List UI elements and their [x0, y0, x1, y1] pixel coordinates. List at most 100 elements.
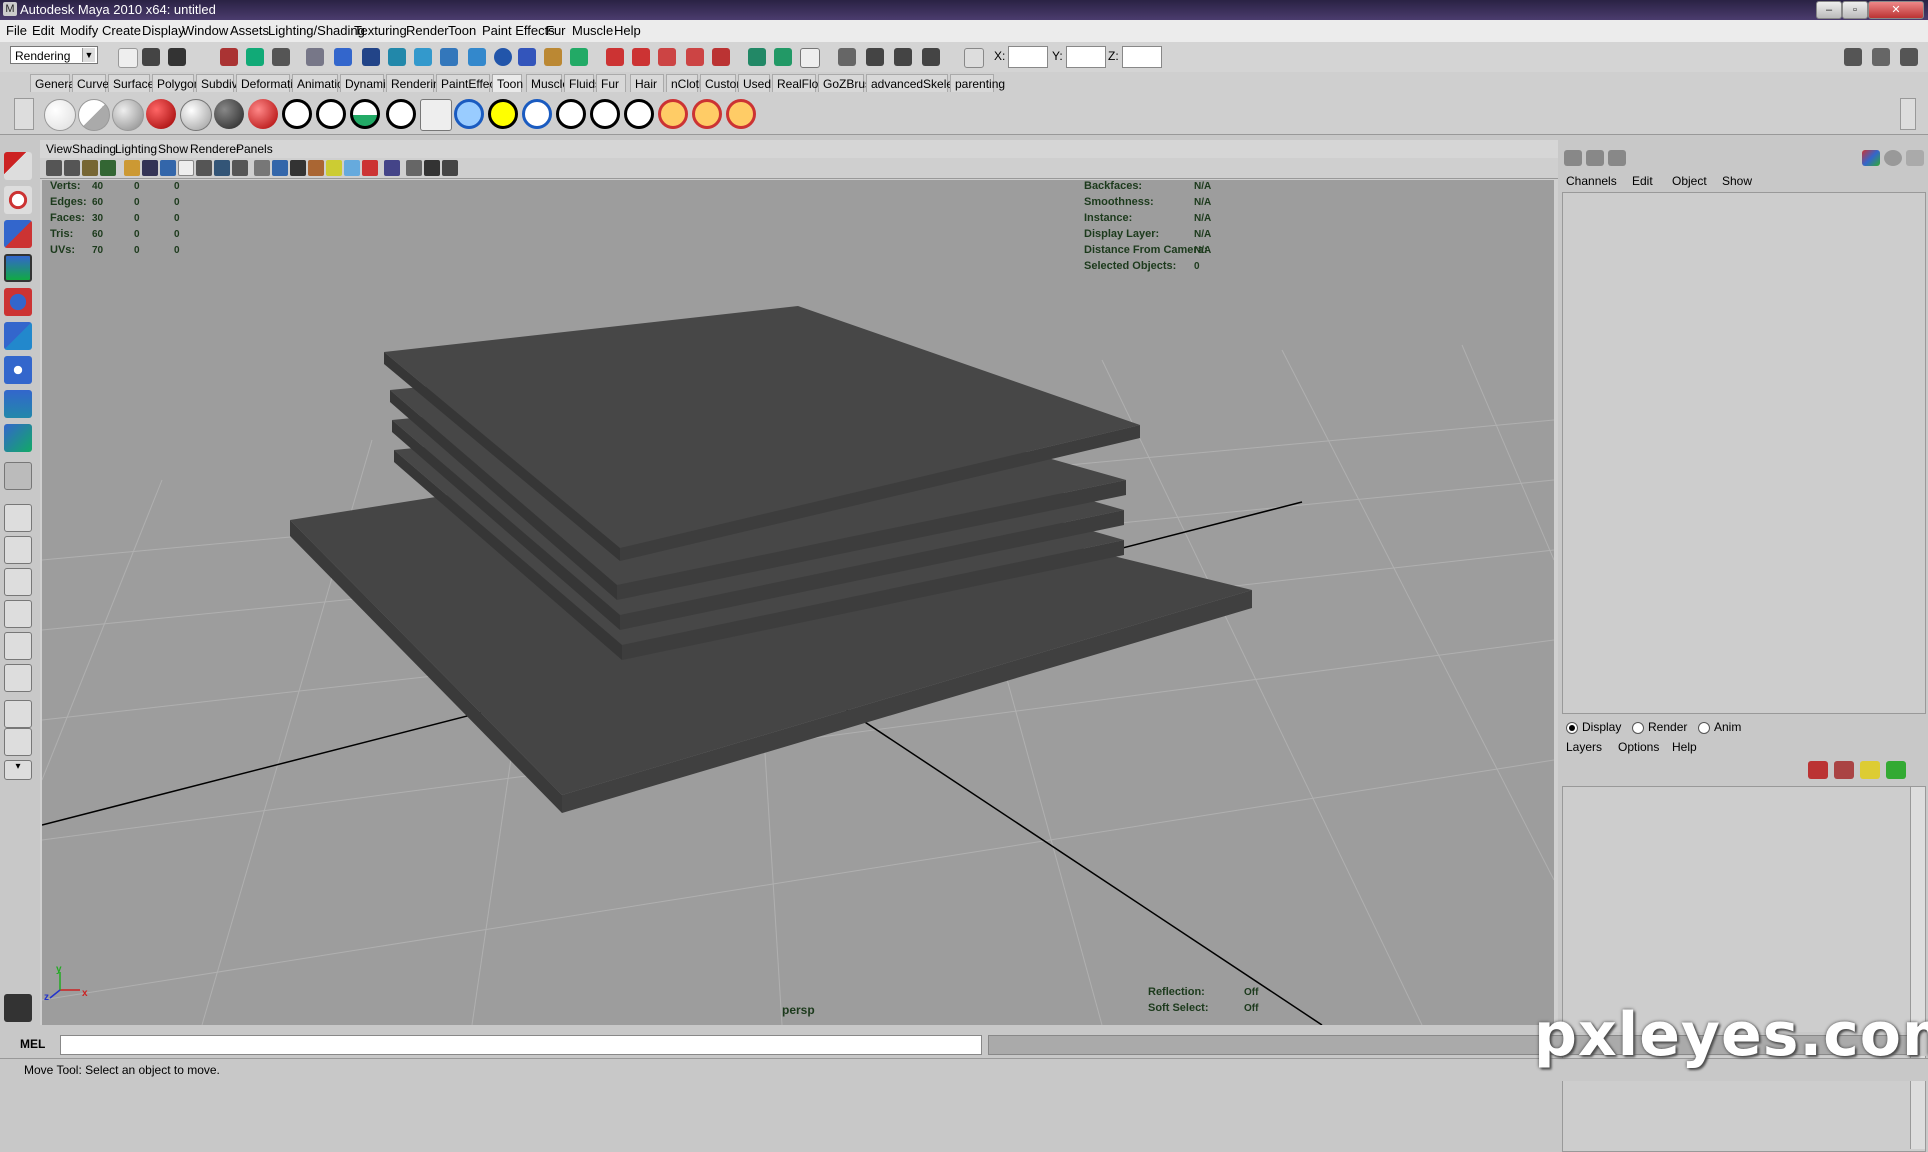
snap-grid-icon[interactable] — [334, 48, 352, 66]
snap-view-plane-icon[interactable] — [414, 48, 432, 66]
new-layer-from-selection-icon[interactable] — [1886, 761, 1906, 779]
last-tool-used-icon[interactable] — [4, 462, 32, 490]
shelf-tab-polygons[interactable]: Polygons — [152, 74, 206, 92]
mel-label[interactable]: MEL — [20, 1037, 45, 1051]
snap-point-icon[interactable] — [388, 48, 406, 66]
magnet-icon-5[interactable] — [712, 48, 730, 66]
move-tool-icon[interactable] — [4, 254, 32, 282]
move-layer-up-icon[interactable] — [1808, 761, 1828, 779]
new-scene-icon[interactable] — [118, 48, 138, 68]
xray-icon[interactable] — [406, 160, 422, 176]
construction-history-icon[interactable] — [748, 48, 766, 66]
perspective-viewport[interactable]: x y z Verts: 40 0 0 Edges: 60 0 0 Faces: 30 0 0 Tris… — [42, 180, 1554, 1025]
shelf-tab-realflow[interactable]: RealFlow — [772, 74, 827, 92]
radio-anim[interactable] — [1698, 722, 1710, 734]
toon-profile-icon[interactable] — [386, 99, 416, 129]
x-field[interactable] — [1008, 46, 1048, 68]
panel-menu-panels[interactable]: Panels — [236, 142, 273, 156]
magnet-icon-1[interactable] — [606, 48, 624, 66]
menu-muscle[interactable]: Muscle — [572, 23, 613, 38]
render-settings-icon[interactable] — [800, 48, 820, 68]
channel-box-icon[interactable] — [1900, 48, 1918, 66]
outliner-layout-icon[interactable] — [4, 664, 32, 692]
layer-list-scrollbar[interactable] — [1910, 787, 1925, 1149]
layout-options-icon-2[interactable] — [4, 728, 32, 756]
toon-shader-red-icon[interactable] — [146, 99, 176, 129]
high-quality-icon[interactable] — [362, 160, 378, 176]
maximize-button[interactable]: ▫ — [1842, 1, 1868, 19]
channel-box-menu-edit[interactable]: Edit — [1632, 174, 1653, 188]
menu-modify[interactable]: Modify — [60, 23, 98, 38]
ipr-render-icon[interactable] — [894, 48, 912, 66]
scale-tool-icon[interactable] — [4, 322, 32, 350]
toon-brush-ring-icon-3[interactable] — [624, 99, 654, 129]
select-tool-icon[interactable] — [4, 152, 32, 180]
menu-fur[interactable]: Fur — [546, 23, 566, 38]
shelf-tab-curves[interactable]: Curves — [72, 74, 115, 92]
y-field[interactable] — [1066, 46, 1106, 68]
menu-help[interactable]: Help — [614, 23, 641, 38]
help-icon[interactable] — [518, 48, 536, 66]
menu-display[interactable]: Display — [142, 23, 185, 38]
magnet-icon-3[interactable] — [658, 48, 676, 66]
menu-texturing[interactable]: Texturing — [354, 23, 407, 38]
toon-double-ring-icon[interactable] — [522, 99, 552, 129]
safe-action-icon[interactable] — [214, 160, 230, 176]
move-layer-down-icon[interactable] — [1834, 761, 1854, 779]
lock-icon[interactable] — [544, 48, 562, 66]
toon-yellow-ring-icon[interactable] — [488, 99, 518, 129]
toon-paint-ring-icon-2[interactable] — [692, 99, 722, 129]
toon-shader-dark-icon[interactable] — [214, 99, 244, 129]
single-perspective-layout-icon[interactable] — [4, 504, 32, 532]
channel-box-area[interactable] — [1562, 192, 1926, 714]
magnet-icon-4[interactable] — [686, 48, 704, 66]
panel-menu-show[interactable]: Show — [158, 142, 188, 156]
make-live-icon[interactable] — [440, 48, 458, 66]
toon-brush-ring-icon-2[interactable] — [590, 99, 620, 129]
toon-line-modifier-icon[interactable] — [420, 99, 452, 131]
menu-file[interactable]: File — [6, 23, 27, 38]
shelf-tab-rendering[interactable]: Rendering — [386, 74, 446, 92]
tool-settings-icon[interactable] — [1872, 48, 1890, 66]
toon-outline-add-icon[interactable] — [282, 99, 312, 129]
image-plane-icon[interactable] — [100, 160, 116, 176]
paint-select-tool-icon[interactable] — [4, 220, 32, 248]
xray-joints-icon[interactable] — [424, 160, 440, 176]
menu-window[interactable]: Window — [182, 23, 228, 38]
panel-menu-lighting[interactable]: Lighting — [115, 142, 157, 156]
layer-menu-help[interactable]: Help — [1672, 740, 1697, 754]
shelf-tab-custom[interactable]: Custom — [700, 74, 746, 92]
channel-box-menu-show[interactable]: Show — [1722, 174, 1752, 188]
attribute-editor-toggle-icon[interactable] — [1586, 150, 1604, 166]
shelf-tab-muscle[interactable]: Muscle — [526, 74, 569, 92]
close-button[interactable]: ✕ — [1868, 1, 1924, 19]
render-globals-icon[interactable] — [922, 48, 940, 66]
shelf-menu-icon[interactable] — [14, 98, 34, 130]
shelf-tab-general[interactable]: General — [30, 74, 78, 92]
layer-list-area[interactable] — [1562, 786, 1926, 1152]
camera-attributes-icon[interactable] — [64, 160, 80, 176]
menu-create[interactable]: Create — [102, 23, 141, 38]
shelf-tab-subdivs[interactable]: Subdivs — [196, 74, 244, 92]
toon-shader-white-icon[interactable] — [44, 99, 76, 131]
textured-icon[interactable] — [308, 160, 324, 176]
wireframe-icon[interactable] — [254, 160, 270, 176]
soft-modification-icon[interactable] — [4, 390, 32, 418]
menu-assets[interactable]: Assets — [230, 23, 269, 38]
field-chart-icon[interactable] — [196, 160, 212, 176]
rotate-tool-icon[interactable] — [4, 288, 32, 316]
history-icon[interactable] — [494, 48, 512, 66]
tool-settings-toggle-icon[interactable] — [1608, 150, 1626, 166]
layout-options-icon[interactable] — [4, 700, 32, 728]
shelf-tab-deformation[interactable]: Deformation — [236, 74, 306, 92]
input-ops-icon[interactable] — [468, 48, 486, 66]
use-all-lights-icon[interactable] — [326, 160, 342, 176]
shelf-tab-toon[interactable]: Toon — [492, 74, 523, 92]
shelf-tab-advancedskeleton[interactable]: advancedSkeleton — [866, 74, 970, 92]
layer-menu-options[interactable]: Options — [1618, 740, 1659, 754]
hyper-icon[interactable] — [1906, 150, 1924, 166]
bookmarks-icon[interactable] — [82, 160, 98, 176]
mel-command-input[interactable] — [60, 1035, 982, 1055]
toon-shader-two-tone-icon[interactable] — [78, 99, 110, 131]
hypershade-layout-icon[interactable] — [4, 632, 32, 660]
